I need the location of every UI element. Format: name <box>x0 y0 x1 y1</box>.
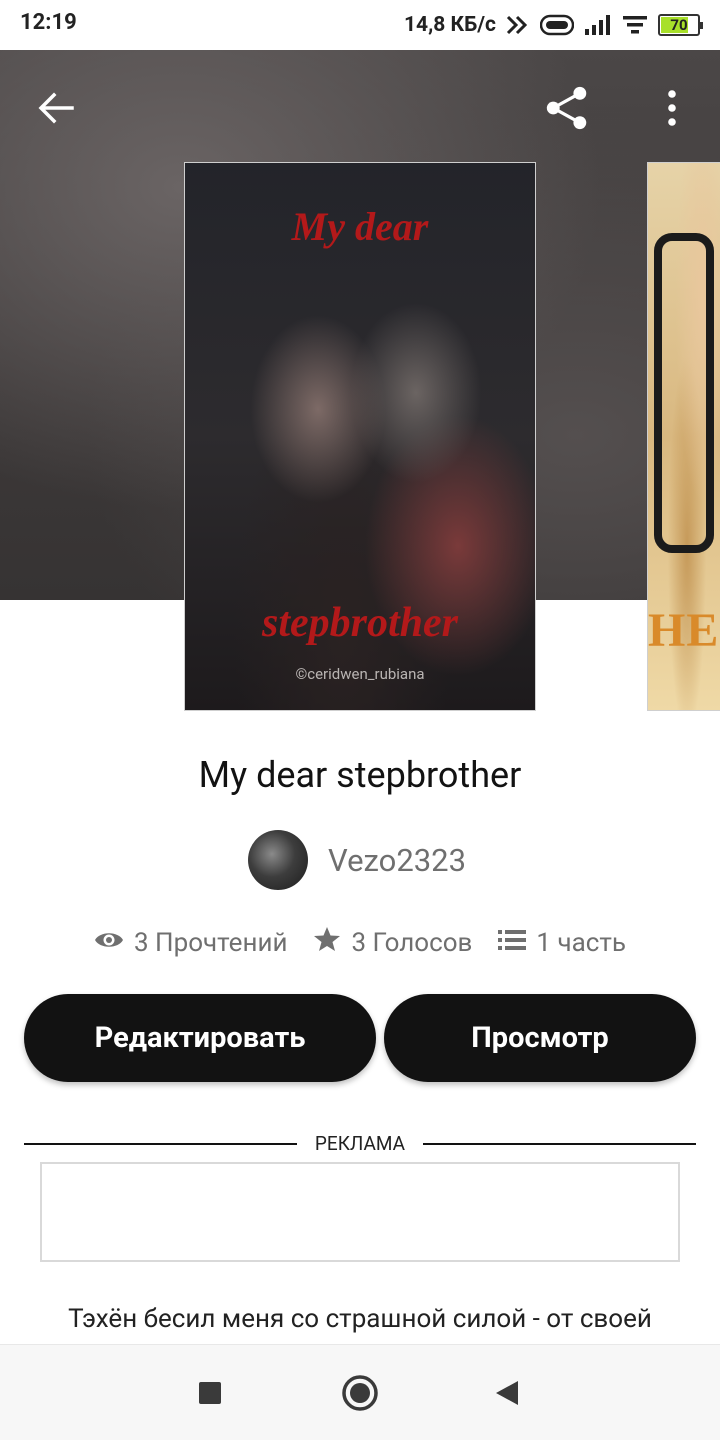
author-link[interactable]: Vezo2323 <box>248 830 466 890</box>
next-cover-text: HE <box>648 604 720 657</box>
status-right: 14,8 КБ/с 70 <box>404 10 703 40</box>
votes-count: 3 Голосов <box>351 927 473 958</box>
ad-divider: РЕКЛАМА <box>24 1132 696 1156</box>
cover-title-bottom: stepbrother <box>261 600 458 646</box>
reads-count: 3 Прочтений <box>134 927 288 958</box>
story-stats: 3 Прочтений 3 Голосов 1 часть <box>0 926 720 959</box>
system-nav-bar <box>0 1344 720 1440</box>
list-icon <box>498 928 527 958</box>
stat-votes: 3 Голосов <box>313 926 472 959</box>
stat-reads: 3 Прочтений <box>94 928 287 958</box>
recents-icon[interactable] <box>190 1373 230 1413</box>
edit-button[interactable]: Редактировать <box>24 994 376 1082</box>
author-name[interactable]: Vezo2323 <box>328 842 466 879</box>
cover-phone-shape <box>654 233 714 553</box>
status-bar: 12:19 14,8 КБ/с 70 <box>0 0 720 50</box>
wifi-icon <box>622 14 648 36</box>
status-time: 12:19 <box>20 10 77 35</box>
arrow-left-icon[interactable] <box>34 86 78 130</box>
book-cover[interactable]: My dear stepbrother ©ceridwen_rubiana <box>184 162 536 711</box>
back-triangle-icon[interactable] <box>487 1373 527 1413</box>
parts-count: 1 часть <box>536 927 626 958</box>
view-button[interactable]: Просмотр <box>384 994 696 1082</box>
cover-credit: ©ceridwen_rubiana <box>295 665 425 683</box>
book-title: My dear stepbrother <box>198 754 522 796</box>
cover-title-top: My dear <box>291 204 429 249</box>
ad-banner[interactable] <box>40 1162 680 1262</box>
story-description: Тэхён бесил меня со страшной силой - от … <box>68 1304 652 1334</box>
ad-divider-line-right <box>423 1143 696 1145</box>
network-speed: 14,8 КБ/с <box>404 13 496 37</box>
battery-icon: 70 <box>658 14 703 36</box>
more-vertical-icon[interactable] <box>650 86 694 130</box>
share-icon[interactable] <box>545 86 589 130</box>
signal-icon <box>584 14 612 36</box>
vowifi-icon <box>540 14 574 36</box>
data-arrows-icon <box>506 15 530 35</box>
stat-parts: 1 часть <box>498 928 626 958</box>
star-icon <box>313 926 341 959</box>
home-icon[interactable] <box>340 1373 380 1413</box>
next-book-cover[interactable]: HE <box>647 162 720 711</box>
battery-percent: 70 <box>670 16 688 34</box>
avatar[interactable] <box>248 830 308 890</box>
eye-icon <box>94 928 124 958</box>
